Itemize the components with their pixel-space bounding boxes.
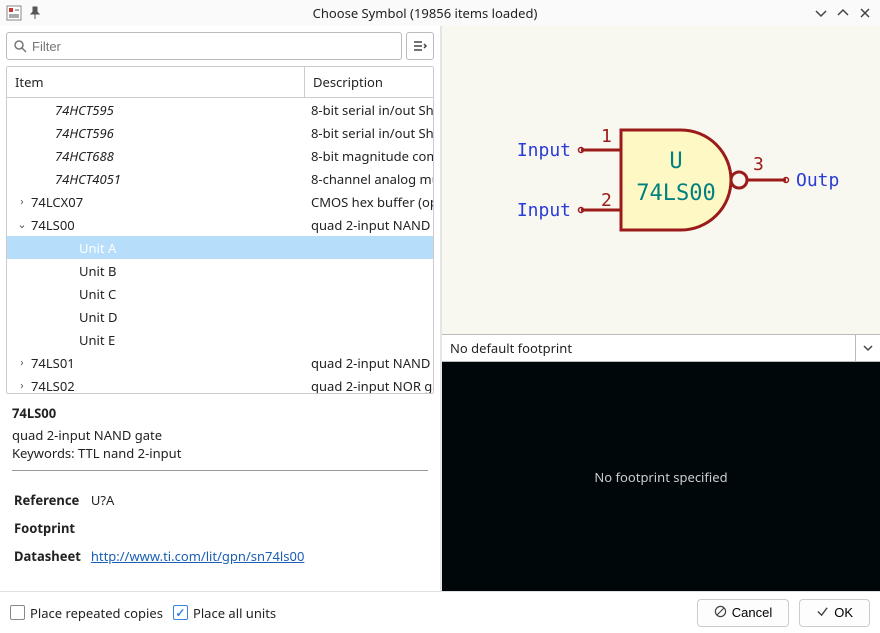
- tree-row[interactable]: ›74LS02 quad 2-input NOR gat: [7, 374, 433, 393]
- window-title: Choose Symbol (19856 items loaded): [42, 4, 808, 22]
- svg-text:74LS00: 74LS00: [636, 181, 715, 206]
- filter-input-wrapper[interactable]: [6, 32, 402, 60]
- footprint-preview-text: No footprint specified: [594, 468, 727, 486]
- tree-item-label: 74HCT4051: [55, 170, 121, 188]
- footprint-preview: No footprint specified: [442, 362, 880, 591]
- footprint-value: [91, 515, 313, 541]
- tree-item-desc: quad 2-input NAND g: [305, 216, 433, 234]
- reference-label: Reference: [14, 487, 89, 513]
- tree-item-desc: 8-channel analog mul: [305, 170, 433, 188]
- tree-item-desc: CMOS hex buffer (ope: [305, 193, 433, 211]
- expander-icon[interactable]: ⌄: [13, 217, 31, 232]
- svg-text:1: 1: [601, 126, 612, 147]
- tree-row[interactable]: ›74LCX07 CMOS hex buffer (ope: [7, 190, 433, 213]
- tree-item-desc: 8-bit magnitude comp: [305, 147, 433, 165]
- tree-item-label: 74HCT595: [55, 101, 114, 119]
- symbol-tree: Item Description 74HCT595 8-bit serial in…: [6, 66, 434, 394]
- tree-item-label: 74LS01: [31, 354, 75, 372]
- footprint-label: Footprint: [14, 515, 89, 541]
- pin-icon[interactable]: [28, 6, 42, 20]
- details-separator: [12, 470, 428, 471]
- tree-item-label: Unit E: [79, 331, 115, 349]
- svg-text:3: 3: [753, 154, 764, 175]
- maximize-icon[interactable]: [834, 4, 852, 22]
- details-panel: 74LS00 quad 2-input NAND gate Keywords: …: [0, 394, 440, 591]
- column-description[interactable]: Description: [305, 67, 433, 97]
- tree-row[interactable]: 74HCT595 8-bit serial in/out Shif: [7, 98, 433, 121]
- tree-item-desc: 8-bit serial in/out Shif: [305, 124, 433, 142]
- check-icon: [816, 605, 829, 621]
- svg-text:2: 2: [601, 190, 612, 211]
- tree-row[interactable]: 74HCT596 8-bit serial in/out Shif: [7, 121, 433, 144]
- tree-item-label: 74HCT596: [55, 124, 114, 142]
- tree-item-label: Unit C: [79, 285, 116, 303]
- search-icon: [13, 39, 27, 53]
- tree-row[interactable]: Unit B: [7, 259, 433, 282]
- titlebar: Choose Symbol (19856 items loaded): [0, 0, 880, 26]
- tree-row[interactable]: 74HCT688 8-bit magnitude comp: [7, 144, 433, 167]
- svg-text:Input: Input: [517, 140, 571, 161]
- close-icon[interactable]: [856, 4, 874, 22]
- chevron-down-icon[interactable]: [856, 335, 880, 361]
- details-keywords: Keywords: TTL nand 2-input: [12, 444, 428, 462]
- tree-item-desc: quad 2-input NOR gat: [305, 377, 433, 394]
- tree-row[interactable]: 74HCT4051 8-channel analog mul: [7, 167, 433, 190]
- tree-row[interactable]: Unit D: [7, 305, 433, 328]
- bottom-bar: Place repeated copies Place all units Ca…: [0, 591, 880, 633]
- place-all-units-checkbox[interactable]: Place all units: [173, 604, 276, 622]
- column-item[interactable]: Item: [7, 67, 305, 97]
- place-repeated-label: Place repeated copies: [30, 604, 163, 622]
- footprint-select[interactable]: No default footprint: [442, 334, 880, 362]
- datasheet-label: Datasheet: [14, 543, 89, 569]
- tree-item-label: Unit A: [79, 239, 116, 257]
- details-name: 74LS00: [12, 404, 428, 422]
- tree-item-desc: 8-bit serial in/out Shif: [305, 101, 433, 119]
- cancel-button[interactable]: Cancel: [697, 599, 789, 627]
- expander-icon[interactable]: ›: [13, 378, 31, 393]
- tree-row[interactable]: Unit A: [7, 236, 433, 259]
- filter-input[interactable]: [32, 39, 395, 54]
- place-all-units-label: Place all units: [193, 604, 276, 622]
- tree-item-label: 74LS00: [31, 216, 75, 234]
- datasheet-link[interactable]: http://www.ti.com/lit/gpn/sn74ls00: [91, 547, 305, 565]
- tree-row[interactable]: Unit E: [7, 328, 433, 351]
- tree-item-label: 74HCT688: [55, 147, 114, 165]
- minimize-icon[interactable]: [812, 4, 830, 22]
- tree-item-label: 74LS02: [31, 377, 75, 394]
- cancel-icon: [714, 605, 727, 621]
- svg-text:U: U: [669, 149, 682, 174]
- tree-item-label: 74LCX07: [31, 193, 83, 211]
- reference-value: U?A: [91, 487, 313, 513]
- svg-text:Input: Input: [517, 200, 571, 221]
- tree-item-desc: quad 2-input NAND g: [305, 354, 433, 372]
- ok-button[interactable]: OK: [799, 599, 870, 627]
- app-icon: [6, 5, 22, 21]
- tree-row[interactable]: ⌄74LS00 quad 2-input NAND g: [7, 213, 433, 236]
- footprint-select-text[interactable]: No default footprint: [442, 335, 856, 361]
- symbol-preview: Input Input Output 1 2 3 U 74LS00: [442, 26, 880, 334]
- tree-item-label: Unit B: [79, 262, 116, 280]
- expander-icon[interactable]: ›: [13, 194, 31, 209]
- details-desc: quad 2-input NAND gate: [12, 426, 428, 444]
- expander-icon[interactable]: ›: [13, 355, 31, 370]
- tree-header: Item Description: [7, 67, 433, 98]
- tree-row[interactable]: Unit C: [7, 282, 433, 305]
- tree-row[interactable]: ›74LS01 quad 2-input NAND g: [7, 351, 433, 374]
- tree-item-label: Unit D: [79, 308, 117, 326]
- filter-options-button[interactable]: [406, 32, 434, 60]
- svg-text:Output: Output: [796, 170, 841, 191]
- place-repeated-checkbox[interactable]: Place repeated copies: [10, 604, 163, 622]
